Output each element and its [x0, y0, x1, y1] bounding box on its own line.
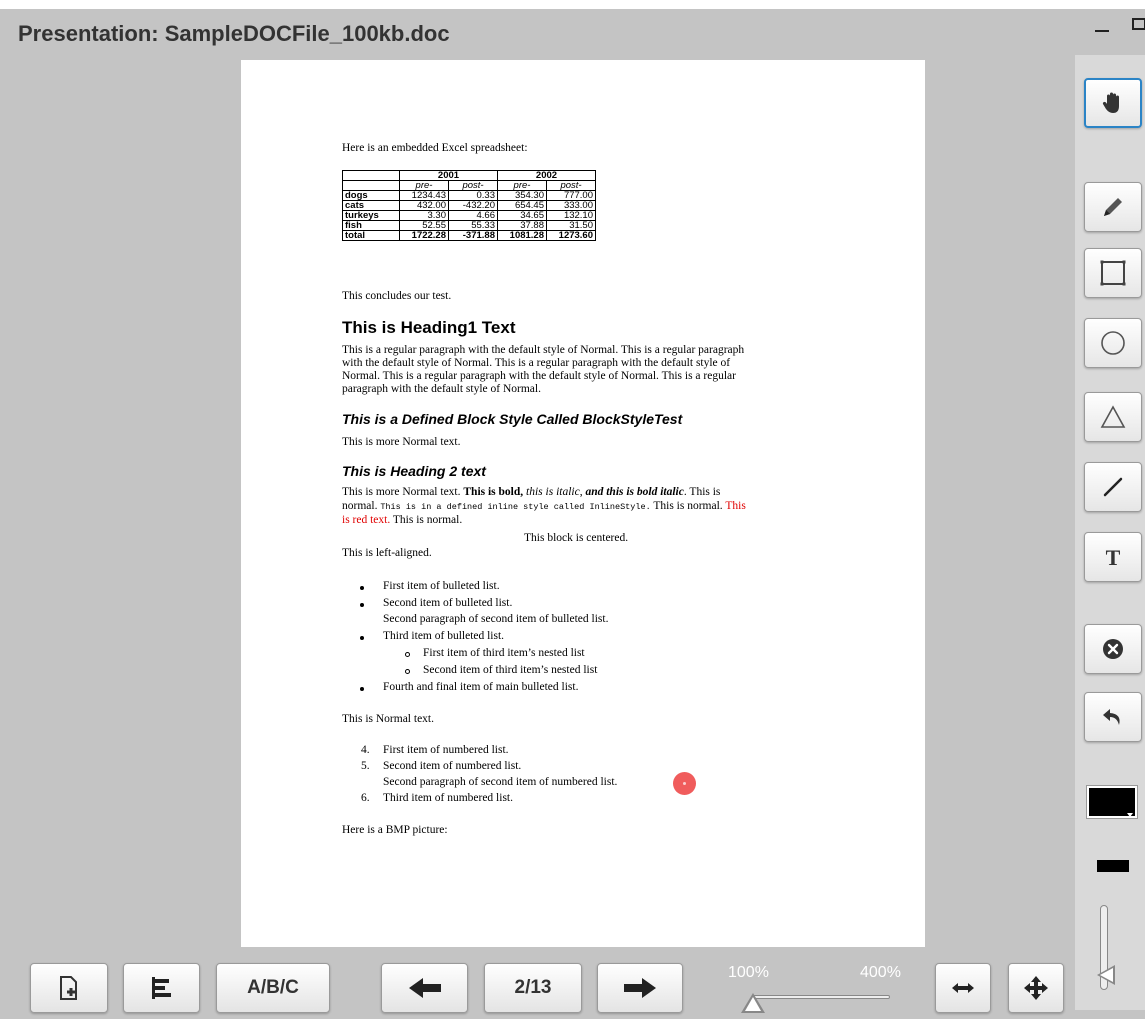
- nested-bullet: [405, 669, 410, 674]
- paragraph-line: with the default style of Normal. This i…: [342, 357, 731, 369]
- fit-width-button[interactable]: [935, 963, 991, 1013]
- table-row: dogs 1234.43 0.33 354.30 777.00: [342, 190, 596, 201]
- bmp-caption: Here is a BMP picture:: [342, 824, 448, 836]
- move-icon: [1024, 976, 1048, 1000]
- bullet: [360, 603, 364, 607]
- left-aligned-text: This is left-aligned.: [342, 547, 432, 559]
- pen-size-indicator: [1097, 860, 1129, 872]
- numbered-item: First item of numbered list.: [383, 744, 509, 756]
- paragraph-line: Normal. This is a regular paragraph with…: [342, 370, 736, 382]
- sub-header: pre-: [399, 180, 449, 191]
- clear-icon: [1103, 639, 1123, 659]
- arrow-right-icon: [624, 978, 656, 998]
- list-number: 4.: [361, 744, 370, 756]
- line-icon: [1103, 477, 1123, 497]
- intro-text: Here is an embedded Excel spreadsheet:: [342, 142, 528, 154]
- bullet: [360, 687, 364, 691]
- add-page-button[interactable]: [30, 963, 108, 1013]
- more-normal-text: This is more Normal text.: [342, 436, 461, 448]
- paragraph-line: paragraph with the default style of Norm…: [342, 383, 541, 395]
- undo-button[interactable]: [1084, 692, 1142, 742]
- next-page-button[interactable]: [597, 963, 683, 1013]
- minimize-button[interactable]: [1095, 30, 1109, 32]
- bullet: [360, 586, 364, 590]
- fit-width-icon: [952, 983, 974, 993]
- triangle-icon: [1100, 405, 1126, 428]
- sub-header: post-: [546, 180, 596, 191]
- table-row: total 1722.28 -371.88 1081.28 1273.60: [342, 230, 596, 241]
- sub-header: pre-: [497, 180, 547, 191]
- mixed-style-line: is red text. This is normal.: [342, 514, 463, 526]
- add-page-icon: [60, 976, 77, 1000]
- zoom-min-label: 100%: [728, 964, 769, 981]
- normal-text: This is Normal text.: [342, 713, 434, 725]
- heading2: This is Heading 2 text: [342, 463, 486, 479]
- window-title: Presentation: SampleDOCFile_100kb.doc: [18, 21, 450, 46]
- maximize-button[interactable]: [1132, 18, 1145, 30]
- circle-icon: [1101, 331, 1125, 355]
- text-tool-button[interactable]: T: [1084, 532, 1142, 582]
- list-item: Third item of bulleted list.: [383, 630, 505, 642]
- year-header: 2001: [399, 170, 498, 181]
- centered-text: This block is centered.: [524, 532, 629, 544]
- numbered-item: Third item of numbered list.: [383, 792, 513, 804]
- red-text: is red text.: [342, 514, 391, 526]
- numbered-item: Second item of numbered list.: [383, 760, 522, 772]
- conclusion-text: This concludes our test.: [342, 290, 452, 302]
- nested-list-item: First item of third item’s nested list: [423, 647, 585, 659]
- previous-page-button[interactable]: [381, 963, 468, 1013]
- line-tool-button[interactable]: [1084, 462, 1142, 512]
- heading1: This is Heading1 Text: [342, 318, 516, 337]
- table-row: turkeys 3.30 4.66 34.65 132.10: [342, 210, 596, 221]
- svg-text:T: T: [1106, 545, 1121, 570]
- nested-bullet: [405, 652, 410, 657]
- pencil-tool-button[interactable]: [1084, 182, 1142, 232]
- zoom-slider[interactable]: [752, 995, 890, 999]
- nested-list-item: Second item of third item’s nested list: [423, 664, 598, 676]
- rectangle-icon: [1100, 260, 1126, 286]
- pan-button[interactable]: [1008, 963, 1064, 1013]
- list-item: First item of bulleted list.: [383, 580, 500, 592]
- list-item: Second item of bulleted list.: [383, 597, 513, 609]
- list-number: 6.: [361, 792, 370, 804]
- outline-icon: [151, 977, 171, 999]
- inline-style-text: This is in a defined inline style called…: [380, 502, 651, 512]
- table-row: fish 52.55 55.33 37.88 31.50: [342, 220, 596, 231]
- table-row: cats 432.00 -432.20 654.45 333.00: [342, 200, 596, 211]
- rectangle-tool-button[interactable]: [1084, 248, 1142, 298]
- red-text: This: [725, 500, 746, 512]
- sub-header: post-: [448, 180, 498, 191]
- mixed-style-line: normal. This is in a defined inline styl…: [342, 500, 746, 512]
- block-style-heading: This is a Defined Block Style Called Blo…: [342, 411, 683, 427]
- text-icon: T: [1106, 545, 1121, 570]
- abc-button[interactable]: A/B/C: [216, 963, 330, 1013]
- numbered-item-paragraph: Second paragraph of second item of numbe…: [383, 776, 618, 788]
- pencil-icon: [1104, 198, 1122, 216]
- hand-tool-button[interactable]: [1084, 78, 1142, 128]
- arrow-left-icon: [408, 978, 441, 998]
- excel-table: 2001 2002 pre- post- pre- post- dogs 123…: [342, 170, 596, 241]
- mixed-style-line: This is more Normal text. This is bold, …: [342, 486, 721, 498]
- circle-tool-button[interactable]: [1084, 318, 1142, 368]
- undo-icon: [1103, 709, 1120, 725]
- paragraph-line: This is a regular paragraph with the def…: [342, 344, 745, 356]
- triangle-tool-button[interactable]: [1084, 392, 1142, 442]
- bullet: [360, 636, 364, 640]
- list-number: 5.: [361, 760, 370, 772]
- page-indicator[interactable]: 2/13: [484, 963, 582, 1013]
- outline-button[interactable]: [123, 963, 200, 1013]
- zoom-max-label: 400%: [860, 964, 901, 981]
- hand-icon: [1102, 92, 1119, 113]
- year-header: 2002: [497, 170, 596, 181]
- list-item: Fourth and final item of main bulleted l…: [383, 681, 579, 693]
- chevron-down-icon: [1127, 813, 1133, 817]
- list-item-paragraph: Second paragraph of second item of bulle…: [383, 613, 609, 625]
- clear-button[interactable]: [1084, 624, 1142, 674]
